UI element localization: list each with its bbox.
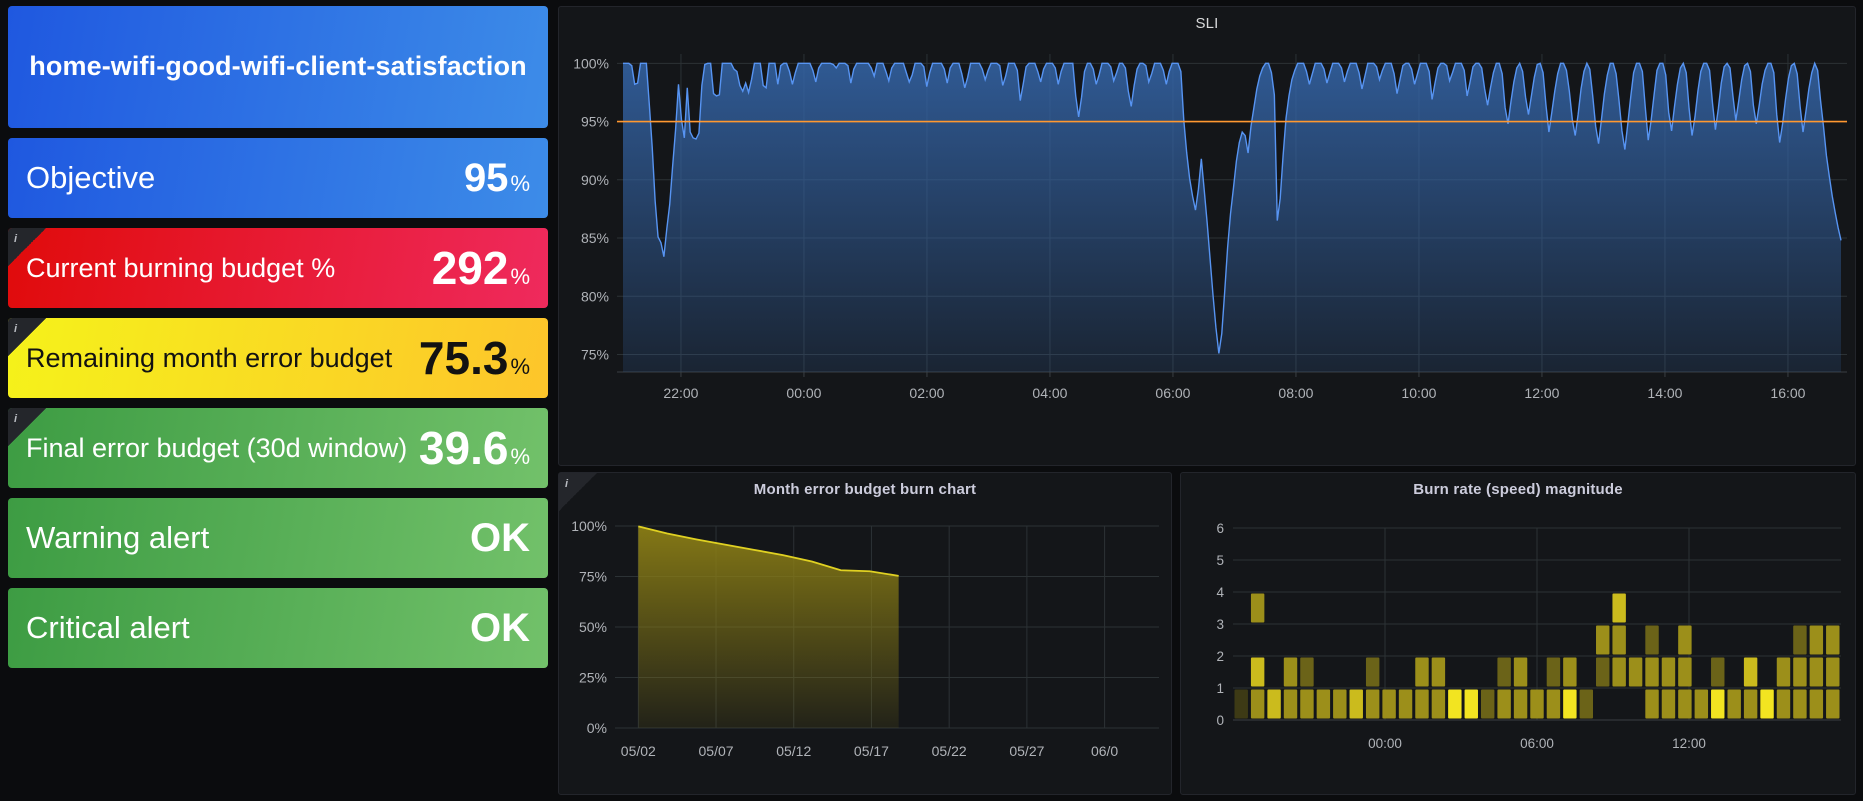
svg-text:0%: 0%	[587, 720, 607, 736]
svg-text:10:00: 10:00	[1401, 385, 1436, 401]
svg-text:2: 2	[1216, 649, 1224, 664]
stat-objective-label: Objective	[26, 160, 155, 196]
service-title-text: home-wifi-good-wifi-client-satisfaction	[29, 50, 526, 84]
stat-warning-alert-label: Warning alert	[26, 520, 209, 556]
svg-text:50%: 50%	[579, 619, 607, 635]
stat-final-error-budget-value: 39.6	[419, 425, 509, 471]
stat-remaining-month-error-budget-unit: %	[510, 354, 530, 380]
svg-text:75%: 75%	[579, 569, 607, 585]
stat-remaining-month-error-budget-label: Remaining month error budget	[26, 343, 392, 374]
panel-sli-title: SLI	[559, 7, 1855, 32]
svg-text:3: 3	[1216, 617, 1224, 632]
stat-critical-alert[interactable]: Critical alert OK	[8, 588, 548, 668]
panel-burn-rate-magnitude[interactable]: Burn rate (speed) magnitude 6 5 4 3 2 1 0 00:00…	[1180, 472, 1856, 795]
svg-text:22:00: 22:00	[663, 385, 698, 401]
svg-text:25%: 25%	[579, 670, 607, 686]
grafana-slo-dashboard: home-wifi-good-wifi-client-satisfaction …	[0, 0, 1863, 801]
svg-text:100%: 100%	[571, 518, 607, 534]
svg-text:05/17: 05/17	[854, 743, 889, 759]
burn-rate-heatmap[interactable]: 6 5 4 3 2 1 0 00:00 06:00 12:00	[1181, 498, 1855, 790]
stat-critical-alert-label: Critical alert	[26, 610, 190, 646]
info-icon[interactable]: i	[8, 408, 46, 446]
panel-burn-title: Month error budget burn chart	[559, 473, 1171, 498]
stat-current-burning-budget-label: Current burning budget %	[26, 253, 335, 284]
svg-text:6: 6	[1216, 521, 1224, 536]
stat-current-burning-budget-value: 292	[432, 245, 509, 291]
svg-text:75%: 75%	[581, 347, 609, 363]
svg-text:06:00: 06:00	[1155, 385, 1190, 401]
svg-text:1: 1	[1216, 681, 1224, 696]
info-icon[interactable]: i	[8, 228, 46, 266]
svg-text:06/0: 06/0	[1091, 743, 1118, 759]
svg-text:90%: 90%	[581, 172, 609, 188]
svg-text:5: 5	[1216, 553, 1224, 568]
stat-final-error-budget-label: Final error budget (30d window)	[26, 433, 407, 464]
svg-text:12:00: 12:00	[1524, 385, 1559, 401]
stat-warning-alert[interactable]: Warning alert OK	[8, 498, 548, 578]
stat-remaining-month-error-budget-value: 75.3	[419, 335, 509, 381]
svg-text:05/12: 05/12	[776, 743, 811, 759]
stat-objective-unit: %	[510, 171, 530, 197]
stat-final-error-budget-unit: %	[510, 444, 530, 470]
svg-text:05/27: 05/27	[1009, 743, 1044, 759]
svg-text:4: 4	[1216, 585, 1224, 600]
stat-remaining-month-error-budget[interactable]: i Remaining month error budget 75.3 %	[8, 318, 548, 398]
sli-chart[interactable]: 100% 95% 90% 85% 80% 75% 22:00 00:00 02:00 04:00 0…	[559, 32, 1855, 462]
svg-text:05/22: 05/22	[932, 743, 967, 759]
svg-text:16:00: 16:00	[1770, 385, 1805, 401]
svg-text:05/02: 05/02	[621, 743, 656, 759]
svg-text:100%: 100%	[573, 55, 609, 71]
svg-text:04:00: 04:00	[1032, 385, 1067, 401]
svg-text:02:00: 02:00	[909, 385, 944, 401]
stat-warning-alert-value: OK	[470, 518, 530, 558]
info-icon[interactable]: i	[559, 473, 597, 511]
svg-text:85%: 85%	[581, 230, 609, 246]
burn-chart[interactable]: 100% 75% 50% 25% 0% 05/02 05/07 05/12 05/17 05/22…	[559, 498, 1171, 790]
info-icon[interactable]: i	[8, 318, 46, 356]
stat-current-burning-budget-unit: %	[510, 264, 530, 290]
stat-critical-alert-value: OK	[470, 608, 530, 648]
svg-text:14:00: 14:00	[1647, 385, 1682, 401]
panel-rate-title: Burn rate (speed) magnitude	[1181, 473, 1855, 498]
service-title-panel[interactable]: home-wifi-good-wifi-client-satisfaction	[8, 6, 548, 128]
svg-text:0: 0	[1216, 713, 1224, 728]
svg-text:12:00: 12:00	[1672, 736, 1706, 751]
svg-text:95%: 95%	[581, 114, 609, 130]
stat-final-error-budget[interactable]: i Final error budget (30d window) 39.6 %	[8, 408, 548, 488]
svg-text:00:00: 00:00	[1368, 736, 1402, 751]
stat-panel-column: home-wifi-good-wifi-client-satisfaction …	[8, 6, 548, 796]
stat-objective-value: 95	[464, 158, 509, 198]
svg-text:80%: 80%	[581, 288, 609, 304]
stat-objective[interactable]: Objective 95 %	[8, 138, 548, 218]
svg-text:06:00: 06:00	[1520, 736, 1554, 751]
stat-current-burning-budget[interactable]: i Current burning budget % 292 %	[8, 228, 548, 308]
panel-sli[interactable]: SLI 100% 95% 90% 85% 80% 75% 22:00 00:00 02:00 04…	[558, 6, 1856, 466]
svg-text:05/07: 05/07	[699, 743, 734, 759]
svg-text:00:00: 00:00	[786, 385, 821, 401]
panel-month-error-budget-burn[interactable]: i Month error budget burn chart 100% 75% 5…	[558, 472, 1172, 795]
svg-text:08:00: 08:00	[1278, 385, 1313, 401]
